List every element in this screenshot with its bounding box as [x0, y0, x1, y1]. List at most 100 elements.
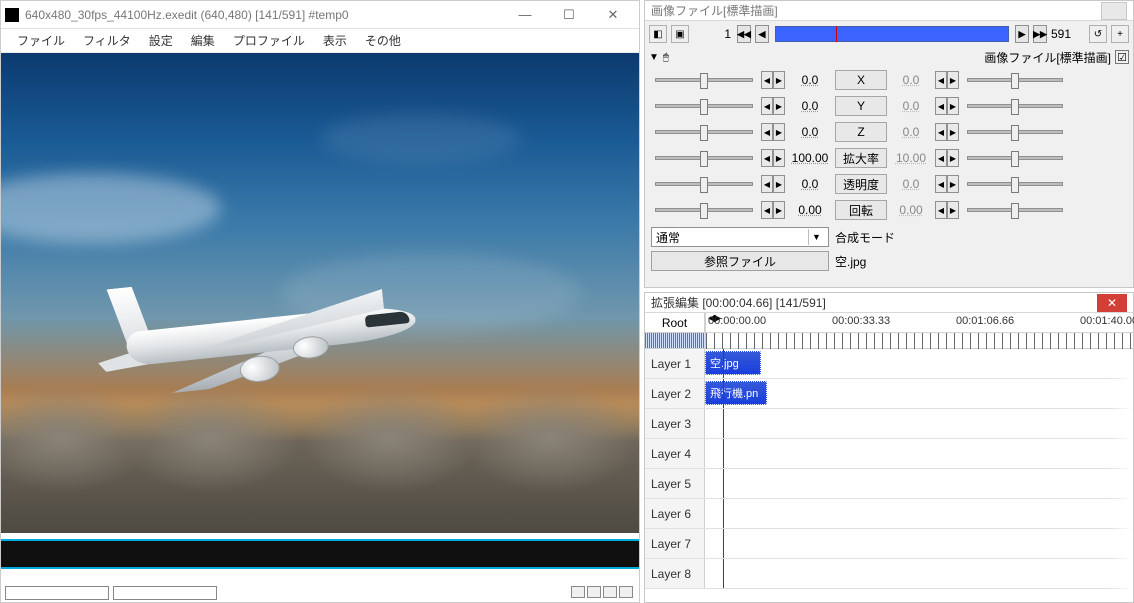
- camera-icon[interactable]: ◧: [649, 25, 667, 43]
- edge-button-3[interactable]: [603, 586, 617, 598]
- clip-1[interactable]: 空.jpg: [705, 351, 761, 375]
- value-right-3[interactable]: 10.00: [891, 151, 931, 165]
- layer-label-7[interactable]: Layer 7: [645, 529, 705, 558]
- edge-button-4[interactable]: [619, 586, 633, 598]
- layer-label-8[interactable]: Layer 8: [645, 559, 705, 588]
- spin-left-inc-1[interactable]: ▶: [773, 97, 785, 115]
- layer-track-3[interactable]: [705, 409, 1133, 438]
- clip-2[interactable]: 飛行機.pn: [705, 381, 767, 405]
- axis-button-拡大率[interactable]: 拡大率: [835, 148, 887, 168]
- menu-ファイル[interactable]: ファイル: [9, 30, 73, 51]
- spin-left-dec-1[interactable]: ◀: [761, 97, 773, 115]
- bottom-slot-1[interactable]: [5, 586, 109, 600]
- playhead[interactable]: [723, 559, 724, 588]
- spin-right-inc-5[interactable]: ▶: [947, 201, 959, 219]
- spin-left-dec-4[interactable]: ◀: [761, 175, 773, 193]
- spin-right-dec-3[interactable]: ◀: [935, 149, 947, 167]
- maximize-button[interactable]: ☐: [547, 1, 591, 29]
- playhead[interactable]: [723, 379, 724, 408]
- settings-title-button[interactable]: [1101, 2, 1127, 20]
- value-left-4[interactable]: 0.0: [789, 177, 831, 191]
- value-right-2[interactable]: 0.0: [891, 125, 931, 139]
- edge-button-1[interactable]: [571, 586, 585, 598]
- spin-left-inc-2[interactable]: ▶: [773, 123, 785, 141]
- reference-file-button[interactable]: 参照ファイル: [651, 251, 829, 271]
- collapse-icon[interactable]: ▼: [649, 52, 659, 63]
- slider-right-0[interactable]: [967, 78, 1063, 82]
- add-icon[interactable]: +: [1111, 25, 1129, 43]
- slider-left-0[interactable]: [655, 78, 753, 82]
- axis-button-Y[interactable]: Y: [835, 96, 887, 116]
- close-button[interactable]: ✕: [591, 1, 635, 29]
- root-button[interactable]: Root: [645, 313, 705, 333]
- spin-right-dec-4[interactable]: ◀: [935, 175, 947, 193]
- slider-right-2[interactable]: [967, 130, 1063, 134]
- layer-track-7[interactable]: [705, 529, 1133, 558]
- value-right-0[interactable]: 0.0: [891, 73, 931, 87]
- slider-left-4[interactable]: [655, 182, 753, 186]
- spin-right-dec-5[interactable]: ◀: [935, 201, 947, 219]
- spin-left-inc-0[interactable]: ▶: [773, 71, 785, 89]
- seek-last-button[interactable]: ▶▶: [1033, 25, 1047, 43]
- slider-left-5[interactable]: [655, 208, 753, 212]
- preview-canvas[interactable]: [1, 53, 639, 533]
- layer-track-2[interactable]: 飛行機.pn: [705, 379, 1133, 408]
- settings-titlebar[interactable]: 画像ファイル[標準描画]: [645, 1, 1133, 21]
- spin-left-inc-5[interactable]: ▶: [773, 201, 785, 219]
- menu-フィルタ[interactable]: フィルタ: [75, 30, 139, 51]
- blend-mode-select[interactable]: 通常 ▼: [651, 227, 829, 247]
- slider-right-5[interactable]: [967, 208, 1063, 212]
- layer-track-1[interactable]: 空.jpg: [705, 349, 1133, 378]
- spin-right-inc-0[interactable]: ▶: [947, 71, 959, 89]
- layer-label-5[interactable]: Layer 5: [645, 469, 705, 498]
- slider-left-2[interactable]: [655, 130, 753, 134]
- axis-button-回転[interactable]: 回転: [835, 200, 887, 220]
- slider-right-4[interactable]: [967, 182, 1063, 186]
- slider-right-1[interactable]: [967, 104, 1063, 108]
- slider-left-1[interactable]: [655, 104, 753, 108]
- axis-button-X[interactable]: X: [835, 70, 887, 90]
- layer-label-4[interactable]: Layer 4: [645, 439, 705, 468]
- layer-label-6[interactable]: Layer 6: [645, 499, 705, 528]
- value-right-5[interactable]: 0.00: [891, 203, 931, 217]
- spin-right-inc-4[interactable]: ▶: [947, 175, 959, 193]
- layer-track-4[interactable]: [705, 439, 1133, 468]
- playhead[interactable]: [723, 409, 724, 438]
- minimize-button[interactable]: —: [503, 1, 547, 29]
- layer-label-1[interactable]: Layer 1: [645, 349, 705, 378]
- slider-left-3[interactable]: [655, 156, 753, 160]
- preview-titlebar[interactable]: 640x480_30fps_44100Hz.exedit (640,480) […: [1, 1, 639, 29]
- value-left-2[interactable]: 0.0: [789, 125, 831, 139]
- layer-track-6[interactable]: [705, 499, 1133, 528]
- menu-表示[interactable]: 表示: [315, 30, 355, 51]
- timeline-close-button[interactable]: ✕: [1097, 294, 1127, 312]
- value-left-1[interactable]: 0.0: [789, 99, 831, 113]
- layer-track-8[interactable]: [705, 559, 1133, 588]
- spin-right-dec-0[interactable]: ◀: [935, 71, 947, 89]
- value-left-0[interactable]: 0.0: [789, 73, 831, 87]
- spin-left-dec-0[interactable]: ◀: [761, 71, 773, 89]
- spin-right-dec-1[interactable]: ◀: [935, 97, 947, 115]
- spin-left-inc-4[interactable]: ▶: [773, 175, 785, 193]
- preview-scrub-strip[interactable]: [1, 539, 639, 569]
- edge-button-2[interactable]: [587, 586, 601, 598]
- zoom-strip[interactable]: [645, 333, 705, 348]
- menu-設定[interactable]: 設定: [141, 30, 181, 51]
- playhead[interactable]: [723, 349, 724, 378]
- axis-button-透明度[interactable]: 透明度: [835, 174, 887, 194]
- frame-icon[interactable]: ▣: [671, 25, 689, 43]
- seek-prev-button[interactable]: ◀: [755, 25, 769, 43]
- playhead[interactable]: [723, 499, 724, 528]
- spin-left-inc-3[interactable]: ▶: [773, 149, 785, 167]
- playhead[interactable]: [723, 469, 724, 498]
- seek-first-button[interactable]: ◀◀: [737, 25, 751, 43]
- menu-編集[interactable]: 編集: [183, 30, 223, 51]
- playhead[interactable]: [723, 529, 724, 558]
- axis-button-Z[interactable]: Z: [835, 122, 887, 142]
- spin-right-dec-2[interactable]: ◀: [935, 123, 947, 141]
- menu-その他[interactable]: その他: [357, 30, 409, 51]
- value-right-4[interactable]: 0.0: [891, 177, 931, 191]
- spin-left-dec-2[interactable]: ◀: [761, 123, 773, 141]
- spin-left-dec-5[interactable]: ◀: [761, 201, 773, 219]
- spin-right-inc-2[interactable]: ▶: [947, 123, 959, 141]
